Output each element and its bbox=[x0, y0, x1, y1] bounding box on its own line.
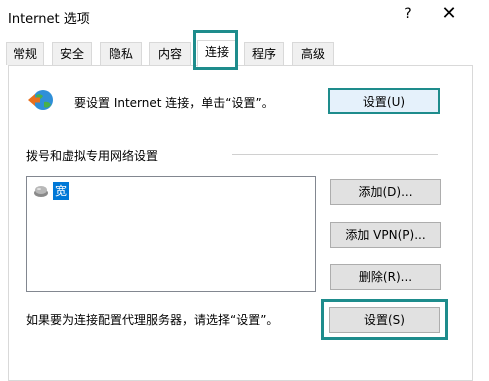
tab-content[interactable]: 内容 bbox=[149, 42, 191, 65]
broadband-connection-icon bbox=[34, 186, 48, 197]
tab-connections[interactable]: 连接 bbox=[197, 40, 237, 67]
internet-globe-icon bbox=[28, 90, 53, 110]
setup-connection-button[interactable]: 设置(U) bbox=[328, 88, 440, 114]
add-vpn-button[interactable]: 添加 VPN(P)... bbox=[330, 222, 441, 248]
tab-advanced[interactable]: 高级 bbox=[292, 42, 334, 65]
title-bar: Internet 选项 ? ✕ bbox=[0, 0, 489, 34]
delete-connection-button[interactable]: 删除(R)... bbox=[330, 264, 441, 290]
setup-instruction-text: 要设置 Internet 连接，单击“设置”。 bbox=[74, 96, 274, 110]
add-connection-button[interactable]: 添加(D)... bbox=[330, 179, 441, 205]
dialup-vpn-section-label: 拨号和虚拟专用网络设置 bbox=[26, 149, 159, 163]
close-button[interactable]: ✕ bbox=[438, 3, 460, 24]
tab-programs[interactable]: 程序 bbox=[244, 42, 284, 65]
help-button[interactable]: ? bbox=[398, 6, 418, 22]
tab-strip: 常规 安全 隐私 内容 连接 程序 高级 bbox=[0, 40, 489, 67]
list-item-label: 宽带连接 bbox=[53, 182, 70, 252]
proxy-settings-button[interactable]: 设置(S) bbox=[329, 307, 440, 333]
section-divider bbox=[232, 154, 438, 155]
proxy-instruction-text: 如果要为连接配置代理服务器，请选择“设置”。 bbox=[26, 313, 279, 327]
tab-general[interactable]: 常规 bbox=[6, 42, 44, 65]
window-title: Internet 选项 bbox=[8, 12, 90, 27]
tab-privacy[interactable]: 隐私 bbox=[100, 42, 142, 65]
tab-security[interactable]: 安全 bbox=[52, 42, 92, 65]
dialup-connections-list[interactable]: 宽带连接 bbox=[26, 176, 316, 292]
